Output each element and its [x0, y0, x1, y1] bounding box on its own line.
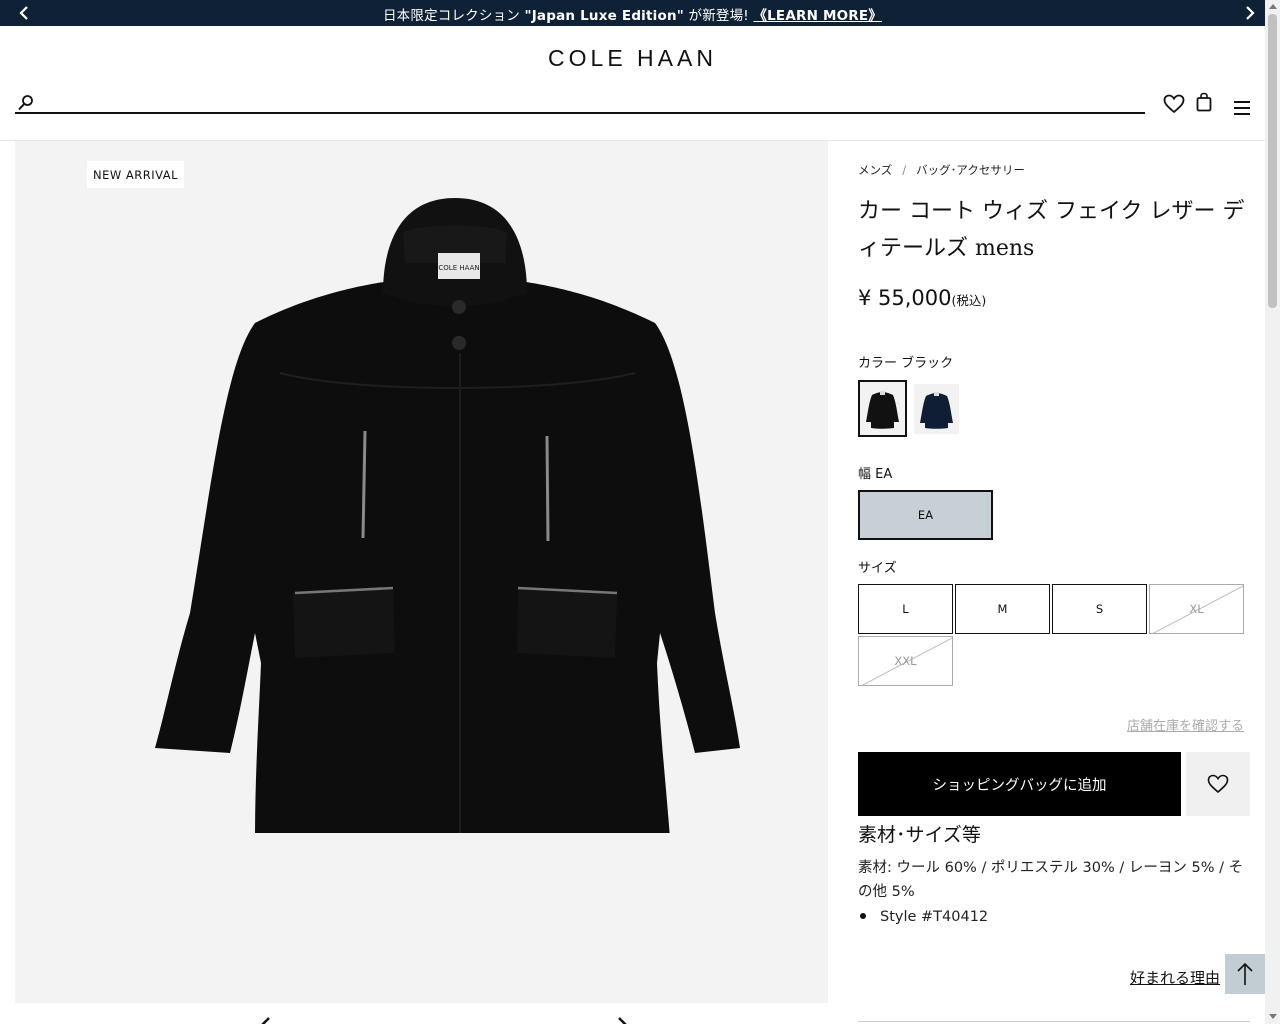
section-divider — [858, 1021, 1250, 1022]
heart-icon[interactable] — [1163, 94, 1185, 118]
product-image-coat[interactable]: COLE HAAN — [155, 193, 755, 833]
scroll-up-arrow-icon[interactable] — [1269, 4, 1277, 9]
promo-learn-more-link[interactable]: 《LEARN MORE》 — [753, 8, 882, 24]
search-icon[interactable] — [17, 94, 35, 112]
brand-logo[interactable]: COLE HAAN — [0, 45, 1265, 72]
menu-icon[interactable] — [1233, 100, 1251, 120]
gallery-prev-chevron-icon[interactable] — [255, 1013, 275, 1024]
promo-message: 日本限定コレクション "Japan Luxe Edition" が新登場! 《L… — [0, 4, 1265, 24]
style-number: Style #T40412 — [880, 909, 989, 925]
scroll-down-arrow-icon[interactable] — [1269, 1014, 1277, 1019]
page-scrollbar[interactable] — [1265, 0, 1280, 1024]
size-option-s[interactable]: S — [1052, 584, 1147, 634]
promo-bar: 日本限定コレクション "Japan Luxe Edition" が新登場! 《L… — [0, 0, 1265, 26]
promo-text-highlight: "Japan Luxe Edition" — [524, 8, 685, 24]
breadcrumb-item-bags[interactable]: バッグ･アクセサリー — [916, 163, 1025, 177]
size-option-l[interactable]: L — [858, 584, 953, 634]
color-swatch-navy[interactable] — [914, 384, 959, 434]
check-store-stock-link[interactable]: 店舗在庫を確認する — [1127, 715, 1244, 734]
size-option-xxl-label: XXL — [894, 654, 917, 668]
add-to-bag-button[interactable]: ショッピングバッグに追加 — [858, 752, 1181, 816]
why-loved-link[interactable]: 好まれる理由 — [1130, 967, 1220, 988]
scrollbar-thumb[interactable] — [1268, 14, 1277, 308]
back-to-top-button[interactable] — [1225, 954, 1265, 994]
breadcrumb: メンズ / バッグ･アクセサリー — [858, 162, 1025, 178]
product-title: カー コート ウィズ フェイク レザー ディテールズ mens — [858, 199, 1245, 261]
size-option-m[interactable]: M — [955, 584, 1050, 634]
width-label: 幅 EA — [858, 467, 893, 482]
promo-text-suffix: が新登場! — [684, 8, 754, 24]
new-arrival-badge: NEW ARRIVAL — [87, 161, 185, 188]
add-to-wishlist-button[interactable] — [1186, 752, 1250, 816]
width-option-ea[interactable]: EA — [858, 490, 993, 540]
promo-next-arrow-icon[interactable] — [1240, 4, 1258, 22]
site-header: COLE HAAN — [0, 26, 1265, 141]
size-option-xl-label: XL — [1189, 602, 1204, 616]
color-swatch-black[interactable] — [858, 380, 907, 437]
size-option-xl-unavailable[interactable]: XL — [1149, 584, 1244, 634]
bullet-icon — [860, 912, 866, 919]
materials-text: 素材: ウール 60% / ポリエステル 30% / レーヨン 5% / その他… — [858, 860, 1244, 900]
search-input[interactable] — [43, 92, 1138, 112]
promo-text-prefix: 日本限定コレクション — [382, 8, 525, 24]
breadcrumb-item-mens[interactable]: メンズ — [858, 163, 892, 177]
gallery-next-chevron-icon[interactable] — [613, 1013, 633, 1024]
breadcrumb-separator: / — [902, 163, 907, 177]
size-option-xxl-unavailable[interactable]: XXL — [858, 636, 953, 686]
size-label: サイズ — [858, 561, 897, 576]
svg-text:COLE HAAN: COLE HAAN — [438, 264, 479, 272]
bag-icon[interactable] — [1196, 92, 1212, 116]
materials-heading: 素材･サイズ等 — [858, 824, 981, 846]
arrow-up-icon — [1237, 962, 1253, 985]
search-bar[interactable] — [15, 92, 1145, 114]
style-number-item: Style #T40412 — [858, 909, 988, 925]
product-gallery[interactable]: NEW ARRIVAL COLE HAAN — [15, 141, 828, 1024]
tax-note: (税込) — [951, 293, 987, 308]
color-label: カラー ブラック — [858, 356, 954, 371]
price-value: ¥ 55,000 — [858, 286, 952, 310]
heart-outline-icon — [1207, 774, 1229, 794]
product-price: ¥ 55,000(税込) — [858, 286, 986, 310]
